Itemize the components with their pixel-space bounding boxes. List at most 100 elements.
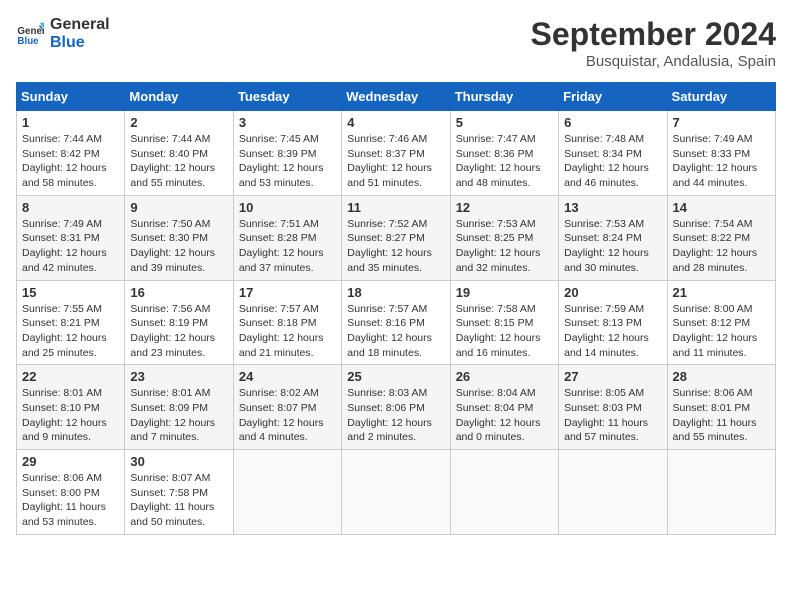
day-number: 22 xyxy=(22,369,119,384)
weekday-header-saturday: Saturday xyxy=(667,83,775,111)
day-number: 1 xyxy=(22,115,119,130)
calendar-cell: 30 Sunrise: 8:07 AM Sunset: 7:58 PM Dayli… xyxy=(125,450,233,535)
calendar-cell: 6 Sunrise: 7:48 AM Sunset: 8:34 PM Daylig… xyxy=(559,111,667,196)
day-info: Sunrise: 7:59 AM Sunset: 8:13 PM Dayligh… xyxy=(564,302,661,361)
svg-text:Blue: Blue xyxy=(17,35,39,46)
day-number: 2 xyxy=(130,115,227,130)
calendar-cell: 29 Sunrise: 8:06 AM Sunset: 8:00 PM Dayli… xyxy=(17,450,125,535)
calendar-week-4: 22Sunrise: 8:01 AM Sunset: 8:10 PM Dayli… xyxy=(17,365,776,450)
weekday-header-tuesday: Tuesday xyxy=(233,83,341,111)
day-number: 25 xyxy=(347,369,444,384)
calendar-cell: 21 Sunrise: 8:00 AM Sunset: 8:12 PM Dayli… xyxy=(667,280,775,365)
calendar-cell: 15 Sunrise: 7:55 AM Sunset: 8:21 PM Dayli… xyxy=(17,280,125,365)
weekday-header-sunday: Sunday xyxy=(17,83,125,111)
day-number: 17 xyxy=(239,285,336,300)
day-number: 10 xyxy=(239,200,336,215)
day-info: Sunrise: 7:53 AM Sunset: 8:24 PM Dayligh… xyxy=(564,217,661,276)
month-title: September 2024 xyxy=(531,16,776,53)
logo-general: General xyxy=(50,16,110,34)
day-number: 13 xyxy=(564,200,661,215)
day-info: Sunrise: 8:02 AM Sunset: 8:07 PM Dayligh… xyxy=(239,386,336,445)
day-number: 15 xyxy=(22,285,119,300)
day-number: 9 xyxy=(130,200,227,215)
day-info: Sunrise: 8:04 AM Sunset: 8:04 PM Dayligh… xyxy=(456,386,553,445)
day-number: 12 xyxy=(456,200,553,215)
day-info: Sunrise: 7:57 AM Sunset: 8:16 PM Dayligh… xyxy=(347,302,444,361)
day-info: Sunrise: 7:50 AM Sunset: 8:30 PM Dayligh… xyxy=(130,217,227,276)
calendar-cell: 11Sunrise: 7:52 AM Sunset: 8:27 PM Dayli… xyxy=(342,195,450,280)
calendar-week-2: 8Sunrise: 7:49 AM Sunset: 8:31 PM Daylig… xyxy=(17,195,776,280)
day-number: 23 xyxy=(130,369,227,384)
calendar-cell: 27 Sunrise: 8:05 AM Sunset: 8:03 PM Dayli… xyxy=(559,365,667,450)
weekday-header-friday: Friday xyxy=(559,83,667,111)
day-info: Sunrise: 8:06 AM Sunset: 8:01 PM Dayligh… xyxy=(673,386,770,445)
calendar-cell: 10 Sunrise: 7:51 AM Sunset: 8:28 PM Dayli… xyxy=(233,195,341,280)
day-number: 21 xyxy=(673,285,770,300)
calendar-table: SundayMondayTuesdayWednesdayThursdayFrid… xyxy=(16,82,776,535)
day-number: 6 xyxy=(564,115,661,130)
logo: General Blue General Blue xyxy=(16,16,110,51)
day-info: Sunrise: 7:57 AM Sunset: 8:18 PM Dayligh… xyxy=(239,302,336,361)
calendar-cell xyxy=(342,450,450,535)
day-info: Sunrise: 7:51 AM Sunset: 8:28 PM Dayligh… xyxy=(239,217,336,276)
calendar-cell: 25 Sunrise: 8:03 AM Sunset: 8:06 PM Dayli… xyxy=(342,365,450,450)
calendar-week-5: 29 Sunrise: 8:06 AM Sunset: 8:00 PM Dayli… xyxy=(17,450,776,535)
day-info: Sunrise: 7:45 AM Sunset: 8:39 PM Dayligh… xyxy=(239,132,336,191)
calendar-cell xyxy=(559,450,667,535)
day-number: 14 xyxy=(673,200,770,215)
calendar-cell xyxy=(667,450,775,535)
calendar-week-3: 15 Sunrise: 7:55 AM Sunset: 8:21 PM Dayli… xyxy=(17,280,776,365)
calendar-cell: 18Sunrise: 7:57 AM Sunset: 8:16 PM Dayli… xyxy=(342,280,450,365)
day-number: 16 xyxy=(130,285,227,300)
calendar-cell: 5Sunrise: 7:47 AM Sunset: 8:36 PM Daylig… xyxy=(450,111,558,196)
calendar-cell xyxy=(450,450,558,535)
title-block: September 2024 Busquistar, Andalusia, Sp… xyxy=(531,16,776,70)
day-number: 30 xyxy=(130,454,227,469)
logo-icon: General Blue xyxy=(16,20,44,48)
calendar-cell: 9 Sunrise: 7:50 AM Sunset: 8:30 PM Daylig… xyxy=(125,195,233,280)
calendar-cell xyxy=(233,450,341,535)
day-number: 27 xyxy=(564,369,661,384)
calendar-header-row: SundayMondayTuesdayWednesdayThursdayFrid… xyxy=(17,83,776,111)
weekday-header-thursday: Thursday xyxy=(450,83,558,111)
calendar-cell: 28 Sunrise: 8:06 AM Sunset: 8:01 PM Dayli… xyxy=(667,365,775,450)
calendar-cell: 7Sunrise: 7:49 AM Sunset: 8:33 PM Daylig… xyxy=(667,111,775,196)
calendar-cell: 14Sunrise: 7:54 AM Sunset: 8:22 PM Dayli… xyxy=(667,195,775,280)
calendar-cell: 1Sunrise: 7:44 AM Sunset: 8:42 PM Daylig… xyxy=(17,111,125,196)
calendar-cell: 3 Sunrise: 7:45 AM Sunset: 8:39 PM Daylig… xyxy=(233,111,341,196)
calendar-cell: 12 Sunrise: 7:53 AM Sunset: 8:25 PM Dayli… xyxy=(450,195,558,280)
day-info: Sunrise: 7:55 AM Sunset: 8:21 PM Dayligh… xyxy=(22,302,119,361)
day-info: Sunrise: 8:06 AM Sunset: 8:00 PM Dayligh… xyxy=(22,471,119,530)
calendar-cell: 13 Sunrise: 7:53 AM Sunset: 8:24 PM Dayli… xyxy=(559,195,667,280)
calendar-cell: 2 Sunrise: 7:44 AM Sunset: 8:40 PM Daylig… xyxy=(125,111,233,196)
day-info: Sunrise: 7:44 AM Sunset: 8:40 PM Dayligh… xyxy=(130,132,227,191)
day-number: 26 xyxy=(456,369,553,384)
calendar-cell: 19Sunrise: 7:58 AM Sunset: 8:15 PM Dayli… xyxy=(450,280,558,365)
day-info: Sunrise: 7:56 AM Sunset: 8:19 PM Dayligh… xyxy=(130,302,227,361)
day-number: 29 xyxy=(22,454,119,469)
calendar-cell: 8Sunrise: 7:49 AM Sunset: 8:31 PM Daylig… xyxy=(17,195,125,280)
location-subtitle: Busquistar, Andalusia, Spain xyxy=(531,53,776,70)
day-number: 28 xyxy=(673,369,770,384)
logo-blue: Blue xyxy=(50,34,110,52)
calendar-cell: 23Sunrise: 8:01 AM Sunset: 8:09 PM Dayli… xyxy=(125,365,233,450)
weekday-header-wednesday: Wednesday xyxy=(342,83,450,111)
calendar-week-1: 1Sunrise: 7:44 AM Sunset: 8:42 PM Daylig… xyxy=(17,111,776,196)
day-info: Sunrise: 8:05 AM Sunset: 8:03 PM Dayligh… xyxy=(564,386,661,445)
day-info: Sunrise: 7:46 AM Sunset: 8:37 PM Dayligh… xyxy=(347,132,444,191)
calendar-cell: 22Sunrise: 8:01 AM Sunset: 8:10 PM Dayli… xyxy=(17,365,125,450)
day-info: Sunrise: 8:03 AM Sunset: 8:06 PM Dayligh… xyxy=(347,386,444,445)
calendar-cell: 20Sunrise: 7:59 AM Sunset: 8:13 PM Dayli… xyxy=(559,280,667,365)
day-info: Sunrise: 7:48 AM Sunset: 8:34 PM Dayligh… xyxy=(564,132,661,191)
calendar-cell: 26 Sunrise: 8:04 AM Sunset: 8:04 PM Dayli… xyxy=(450,365,558,450)
calendar-cell: 16 Sunrise: 7:56 AM Sunset: 8:19 PM Dayli… xyxy=(125,280,233,365)
day-info: Sunrise: 7:49 AM Sunset: 8:31 PM Dayligh… xyxy=(22,217,119,276)
day-number: 11 xyxy=(347,200,444,215)
day-info: Sunrise: 7:49 AM Sunset: 8:33 PM Dayligh… xyxy=(673,132,770,191)
day-info: Sunrise: 7:53 AM Sunset: 8:25 PM Dayligh… xyxy=(456,217,553,276)
calendar-cell: 24Sunrise: 8:02 AM Sunset: 8:07 PM Dayli… xyxy=(233,365,341,450)
day-info: Sunrise: 7:58 AM Sunset: 8:15 PM Dayligh… xyxy=(456,302,553,361)
day-info: Sunrise: 8:00 AM Sunset: 8:12 PM Dayligh… xyxy=(673,302,770,361)
day-info: Sunrise: 8:07 AM Sunset: 7:58 PM Dayligh… xyxy=(130,471,227,530)
day-number: 3 xyxy=(239,115,336,130)
